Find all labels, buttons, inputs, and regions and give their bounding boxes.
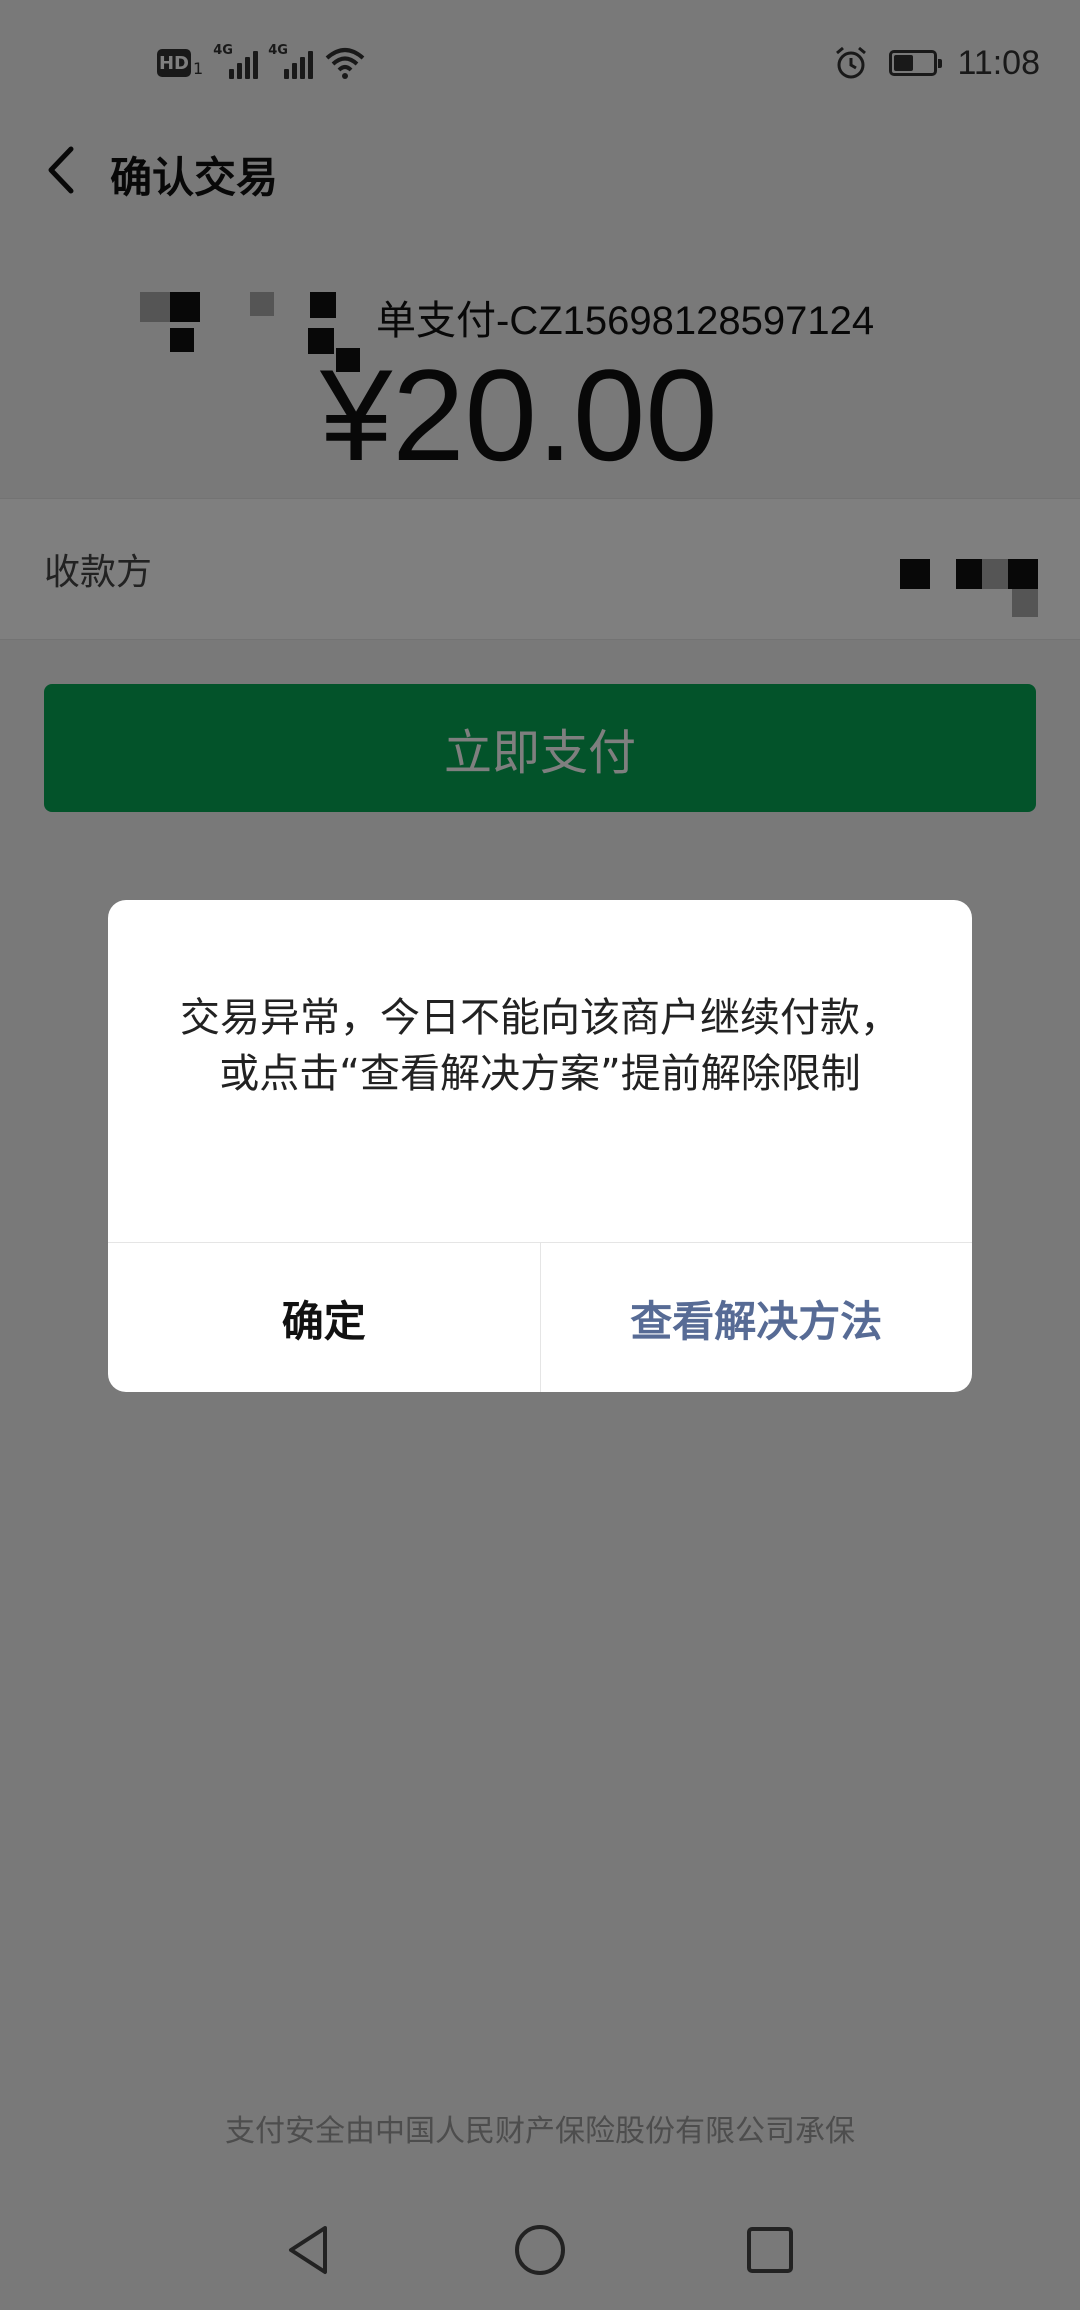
confirm-button[interactable]: 确定	[108, 1243, 541, 1392]
screen: HD 1 4G 4G	[0, 0, 1080, 2310]
transaction-error-dialog: 交易异常，今日不能向该商户继续付款，或点击“查看解决方案”提前解除限制 确定 查…	[108, 900, 972, 1392]
view-solution-button[interactable]: 查看解决方法	[541, 1243, 973, 1392]
dialog-actions: 确定 查看解决方法	[108, 1242, 972, 1392]
dialog-message: 交易异常，今日不能向该商户继续付款，或点击“查看解决方案”提前解除限制	[180, 995, 900, 1097]
